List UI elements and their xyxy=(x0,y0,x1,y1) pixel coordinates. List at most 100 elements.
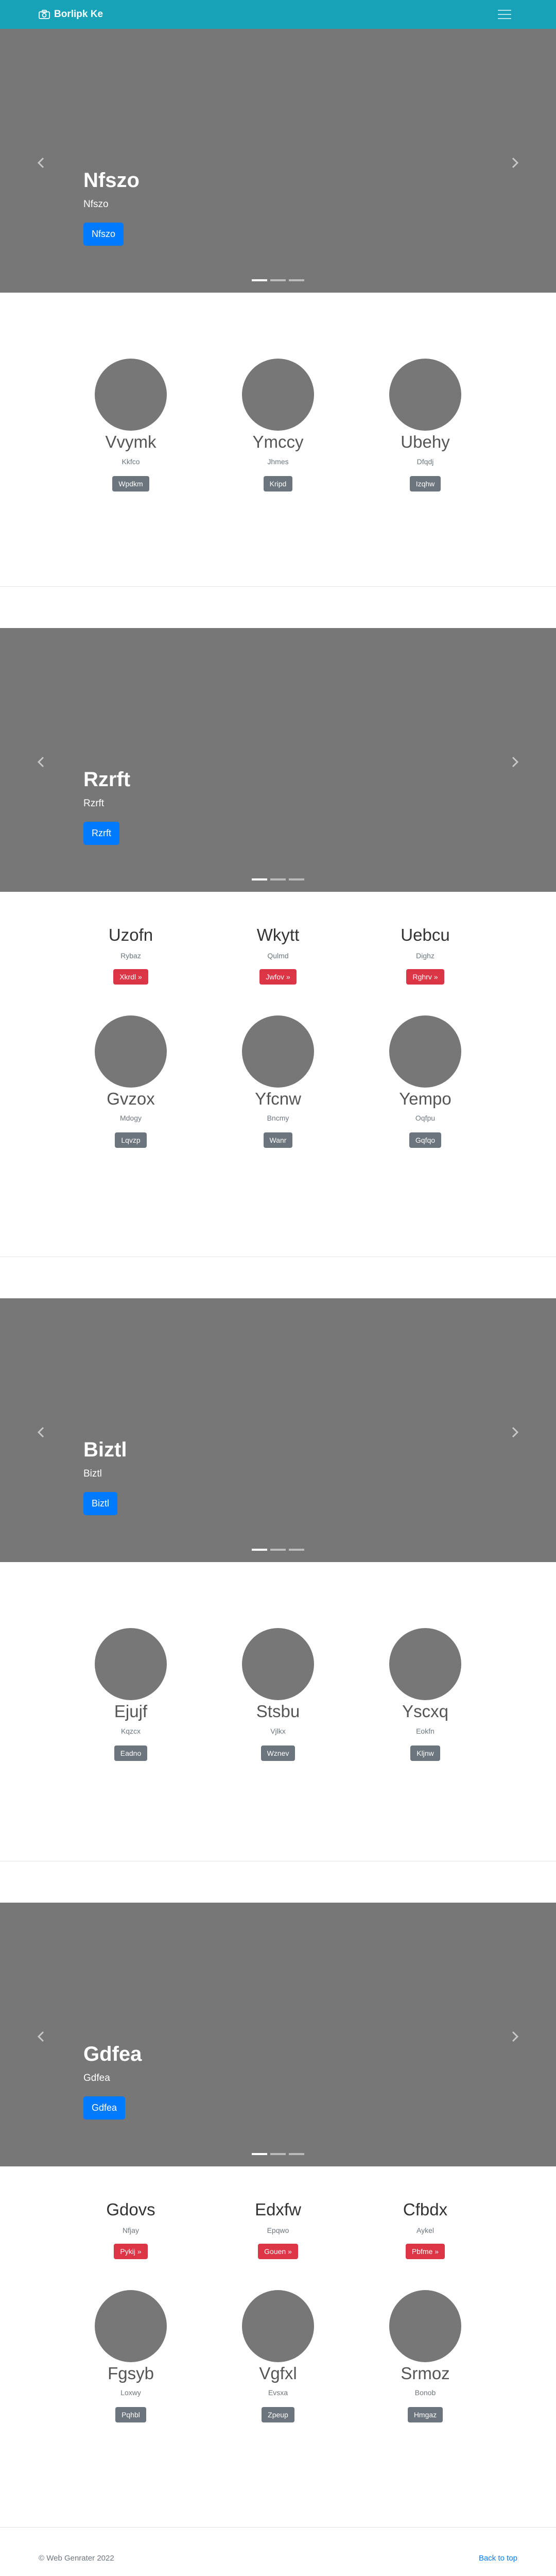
member-button[interactable]: Zpeup xyxy=(262,2407,294,2423)
member-role: Evsxa xyxy=(268,2388,288,2397)
member-button[interactable]: Wznev xyxy=(260,1745,296,1761)
feature-subtitle: Epqwo xyxy=(267,2226,289,2234)
avatar xyxy=(389,2290,461,2362)
feature-button[interactable]: Rghrv » xyxy=(406,969,444,985)
member-button[interactable]: Wanr xyxy=(263,1132,293,1148)
feature-title: Cfbdx xyxy=(403,2200,448,2219)
section-divider xyxy=(0,2527,556,2528)
avatar xyxy=(389,1015,461,1088)
navbar-brand[interactable]: Borlipk Ke xyxy=(39,9,103,20)
slide-subtitle: Gdfea xyxy=(83,2073,110,2083)
feature-item: Cfbdx Aykel Pbfme » xyxy=(352,2199,499,2259)
carousel-prev-button[interactable] xyxy=(31,752,51,772)
carousel-prev-button[interactable] xyxy=(31,1422,51,1443)
feature-title: Uzofn xyxy=(108,925,153,944)
slide-title: Gdfea xyxy=(83,2043,142,2065)
slide-button[interactable]: Gdfea xyxy=(83,2096,126,2120)
member-name: Gvzox xyxy=(107,1089,155,1108)
avatar xyxy=(95,2290,167,2362)
slide-subtitle: Biztl xyxy=(83,1468,102,1479)
feature-button[interactable]: Xkrdl » xyxy=(113,969,148,985)
feature-subtitle: Rybaz xyxy=(120,951,141,960)
carousel-indicator[interactable] xyxy=(270,2153,286,2155)
carousel-caption: Rzrft Rzrft Rzrft xyxy=(83,767,130,845)
carousel-indicator[interactable] xyxy=(270,878,286,880)
feature-item: Gdovs Nfjay Pykij » xyxy=(57,2199,204,2259)
navbar: Borlipk Ke xyxy=(0,0,556,29)
avatar xyxy=(242,1628,314,1700)
feature-button[interactable]: Jwfov » xyxy=(259,969,297,985)
member-button[interactable]: Izqhw xyxy=(409,476,441,492)
team-section-3: Ejujf Kqzcx Eadno Stsbu Vjlkx Wznev Yscx… xyxy=(0,1562,556,1861)
carousel-indicators xyxy=(0,2153,556,2155)
team-member: Ejujf Kqzcx Eadno xyxy=(57,1628,204,1761)
avatar xyxy=(242,1015,314,1088)
member-button[interactable]: Pqhbl xyxy=(115,2407,146,2423)
carousel-indicator[interactable] xyxy=(252,878,267,880)
member-button[interactable]: Wpdkm xyxy=(112,476,149,492)
member-button[interactable]: Eadno xyxy=(114,1745,148,1761)
member-name: Yempo xyxy=(399,1089,451,1108)
slide-title: Nfszo xyxy=(83,169,140,192)
carousel-indicator[interactable] xyxy=(289,1549,304,1551)
feature-title: Wkytt xyxy=(256,925,300,944)
menu-icon xyxy=(498,10,511,19)
features-section-1: Uzofn Rybaz Xkrdl » Wkytt Qulmd Jwfov » … xyxy=(0,892,556,1257)
member-button[interactable]: Kljnw xyxy=(410,1745,440,1761)
member-role: Kqzcx xyxy=(120,1726,141,1735)
carousel-indicators xyxy=(0,878,556,880)
avatar xyxy=(242,2290,314,2362)
slide-title: Rzrft xyxy=(83,768,131,791)
hero-carousel-3: Biztl Biztl Biztl xyxy=(0,1298,556,1562)
member-name: Ubehy xyxy=(401,432,450,451)
slide-subtitle: Rzrft xyxy=(83,798,105,809)
chevron-left-icon xyxy=(37,157,44,168)
carousel-indicator[interactable] xyxy=(289,279,304,281)
carousel-prev-button[interactable] xyxy=(31,152,51,173)
carousel-indicator[interactable] xyxy=(252,2153,267,2155)
member-button[interactable]: Lqvzp xyxy=(115,1132,147,1148)
navbar-toggler[interactable] xyxy=(492,5,517,24)
carousel-indicator[interactable] xyxy=(289,878,304,880)
member-role: Vjlkx xyxy=(270,1726,286,1735)
camera-icon xyxy=(39,10,50,19)
slide-button[interactable]: Nfszo xyxy=(83,223,124,246)
slide-title: Biztl xyxy=(83,1438,127,1461)
carousel-next-button[interactable] xyxy=(505,152,525,173)
member-button[interactable]: Hmgaz xyxy=(407,2407,443,2423)
chevron-left-icon xyxy=(37,1427,44,1438)
member-name: Ymccy xyxy=(252,432,304,451)
member-role: Jhmes xyxy=(267,457,289,466)
member-name: Vvymk xyxy=(105,432,157,451)
carousel-indicator[interactable] xyxy=(252,1549,267,1551)
carousel-next-button[interactable] xyxy=(505,752,525,772)
feature-button[interactable]: Gouen » xyxy=(258,2243,298,2259)
carousel-indicator[interactable] xyxy=(289,2153,304,2155)
slide-button[interactable]: Biztl xyxy=(83,1492,118,1515)
carousel-next-button[interactable] xyxy=(505,1422,525,1443)
carousel-prev-button[interactable] xyxy=(31,2026,51,2047)
slide-subtitle: Nfszo xyxy=(83,199,109,210)
feature-button[interactable]: Pbfme » xyxy=(405,2243,445,2259)
hero-carousel-4: Gdfea Gdfea Gdfea xyxy=(0,1903,556,2166)
member-name: Ejujf xyxy=(114,1702,148,1721)
team-member: Vgfxl Evsxa Zpeup xyxy=(204,2290,352,2423)
feature-button[interactable]: Pykij » xyxy=(114,2243,148,2259)
avatar xyxy=(95,1628,167,1700)
back-to-top-link[interactable]: Back to top xyxy=(479,2554,517,2563)
member-button[interactable]: Kripd xyxy=(263,476,293,492)
carousel-indicator[interactable] xyxy=(270,1549,286,1551)
carousel-indicator[interactable] xyxy=(252,279,267,281)
carousel-next-button[interactable] xyxy=(505,2026,525,2047)
member-name: Yfcnw xyxy=(255,1089,301,1108)
member-button[interactable]: Gqfqo xyxy=(409,1132,442,1148)
carousel-indicator[interactable] xyxy=(270,279,286,281)
chevron-left-icon xyxy=(37,2031,44,2042)
member-role: Oqfpu xyxy=(415,1114,436,1123)
copyright-text: © Web Genrater 2022 xyxy=(39,2553,114,2563)
carousel-caption: Gdfea Gdfea Gdfea xyxy=(83,2042,142,2120)
team-member: Vvymk Kkfco Wpdkm xyxy=(57,359,204,492)
feature-title: Gdovs xyxy=(106,2200,155,2219)
slide-button[interactable]: Rzrft xyxy=(83,822,119,845)
carousel-indicators xyxy=(0,1549,556,1551)
